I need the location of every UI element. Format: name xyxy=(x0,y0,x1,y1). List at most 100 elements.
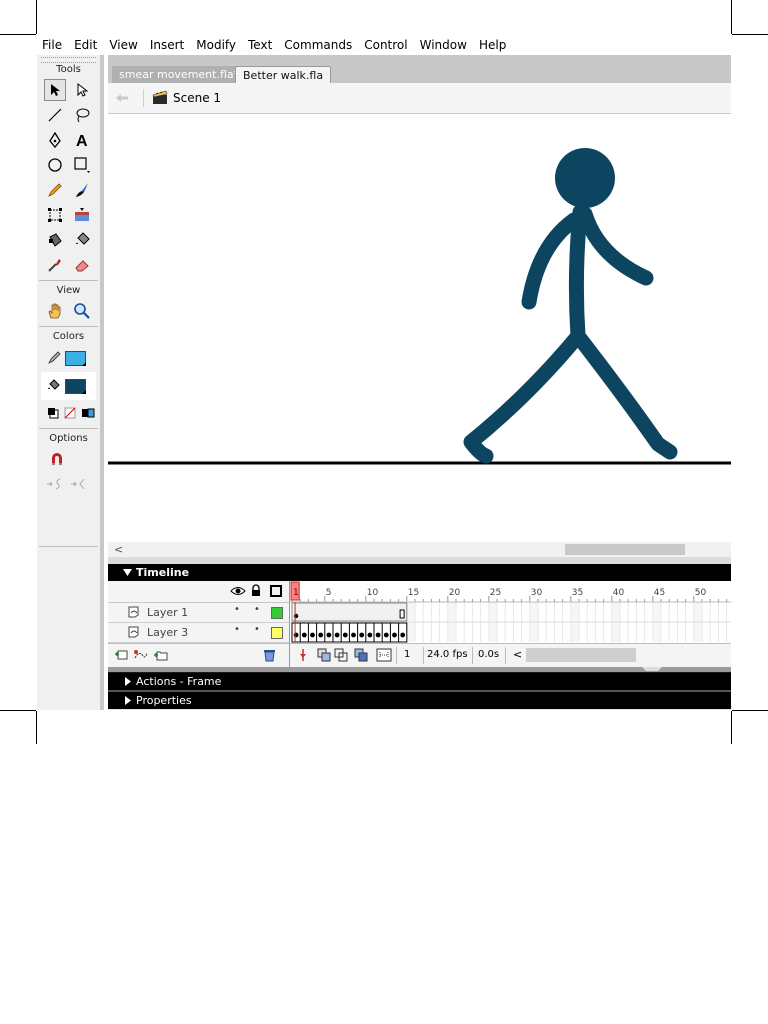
menu-edit[interactable]: Edit xyxy=(68,35,103,55)
free-transform-tool[interactable] xyxy=(44,204,66,226)
figure-leg-back xyxy=(463,328,586,464)
tab-smear-movement[interactable]: smear movement.fla* xyxy=(112,66,247,83)
layers-column: Layer 1 • • Layer 3 • • xyxy=(108,581,290,667)
brush-icon xyxy=(76,182,89,197)
document-tabs: smear movement.fla* Better walk.fla xyxy=(108,55,731,84)
layer-row[interactable]: Layer 1 • • xyxy=(108,603,289,623)
timeline-title: Timeline xyxy=(136,566,190,579)
ruler-label: 15 xyxy=(408,588,419,598)
center-frame-icon[interactable] xyxy=(298,649,308,661)
frames-area[interactable]: 151015202530354045501 1 24.0 fps 0.0s < xyxy=(290,581,731,668)
rectangle-tool[interactable] xyxy=(71,154,93,176)
lock-dot[interactable]: • xyxy=(254,604,260,615)
stroke-color-swatch[interactable] xyxy=(65,350,86,366)
scroll-thumb[interactable] xyxy=(565,544,685,555)
divider xyxy=(39,546,98,547)
keyframe-dot xyxy=(342,632,348,638)
svg-text:A: A xyxy=(76,133,88,148)
lock-dot[interactable]: • xyxy=(254,624,260,635)
zoom-tool[interactable] xyxy=(71,300,93,322)
layer-name: Layer 3 xyxy=(147,626,189,639)
ruler-label: 25 xyxy=(490,588,501,598)
layer-outline-color[interactable] xyxy=(271,607,283,619)
oval-tool[interactable] xyxy=(44,154,66,176)
ruler-label: 30 xyxy=(531,588,543,598)
properties-panel-header[interactable]: Properties xyxy=(108,692,731,709)
menu-control[interactable]: Control xyxy=(358,35,413,55)
layer-row[interactable]: Layer 3 • • xyxy=(108,623,289,643)
stick-figure[interactable] xyxy=(463,148,678,464)
pen-tool[interactable] xyxy=(44,129,66,151)
modify-onion-markers-icon[interactable] xyxy=(376,648,392,662)
lasso-tool[interactable] xyxy=(71,104,93,126)
triangle-down-icon xyxy=(123,569,132,576)
actions-panel-header[interactable]: Actions - Frame xyxy=(108,673,731,690)
black-white-button[interactable] xyxy=(45,402,61,424)
transform-icon xyxy=(47,207,62,222)
add-motion-guide-icon[interactable] xyxy=(133,649,149,661)
pencil-icon xyxy=(47,182,62,197)
onion-skin-icon[interactable] xyxy=(317,648,331,662)
text-a-icon: A xyxy=(76,133,88,148)
menu-insert[interactable]: Insert xyxy=(144,35,190,55)
no-color-button[interactable] xyxy=(63,402,79,424)
layer-header xyxy=(108,581,289,603)
crop-mark xyxy=(36,711,37,744)
new-layer-icon[interactable] xyxy=(115,649,129,661)
scroll-left-arrow[interactable]: < xyxy=(114,542,123,557)
timeline-scroll-thumb[interactable] xyxy=(526,648,636,662)
outline-icon[interactable] xyxy=(270,585,282,597)
options-title: Options xyxy=(49,433,88,444)
paint-bucket-tool[interactable] xyxy=(71,229,93,251)
menu-text[interactable]: Text xyxy=(242,35,278,55)
subselection-tool[interactable] xyxy=(71,79,93,101)
layer-outline-color[interactable] xyxy=(271,627,283,639)
end-frame-marker xyxy=(399,609,405,619)
eyedropper-tool[interactable] xyxy=(44,254,66,276)
pencil-tool[interactable] xyxy=(44,179,66,201)
ruler-label: 35 xyxy=(572,588,583,598)
timeline-scroll-left[interactable]: < xyxy=(513,648,522,661)
gradient-transform-tool[interactable] xyxy=(71,204,93,226)
menu-modify[interactable]: Modify xyxy=(190,35,242,55)
straighten-button[interactable] xyxy=(68,473,90,495)
paint-bucket-icon xyxy=(76,231,90,245)
fill-color-swatch[interactable] xyxy=(65,378,86,394)
selection-tool[interactable] xyxy=(43,78,66,101)
scene-label[interactable]: Scene 1 xyxy=(173,91,221,105)
lock-icon[interactable] xyxy=(251,584,261,597)
figure-head xyxy=(555,148,615,208)
ink-bottle-tool[interactable] xyxy=(44,229,66,251)
tab-better-walk[interactable]: Better walk.fla xyxy=(235,66,332,84)
edit-multiple-frames-icon[interactable] xyxy=(354,648,368,662)
onion-skin-outlines-icon[interactable] xyxy=(334,648,348,662)
brush-tool[interactable] xyxy=(71,179,93,201)
back-arrow-icon[interactable] xyxy=(115,93,129,103)
visibility-dot[interactable]: • xyxy=(234,604,240,615)
snap-to-objects-button[interactable] xyxy=(46,448,68,470)
frame-rate[interactable]: 24.0 fps xyxy=(427,649,468,660)
eye-icon[interactable] xyxy=(230,586,246,596)
figure-arm-back xyxy=(521,212,582,310)
stage-horizontal-scrollbar[interactable]: < xyxy=(108,542,731,557)
smooth-button[interactable] xyxy=(44,473,66,495)
line-tool[interactable] xyxy=(44,104,66,126)
eraser-tool[interactable] xyxy=(71,254,93,276)
menu-commands[interactable]: Commands xyxy=(278,35,358,55)
new-folder-icon[interactable] xyxy=(154,649,168,661)
text-tool[interactable]: A xyxy=(71,129,93,151)
menu-view[interactable]: View xyxy=(103,35,143,55)
hand-tool[interactable] xyxy=(44,300,66,322)
ruler-label: 45 xyxy=(654,588,665,598)
swap-colors-button[interactable] xyxy=(80,402,96,424)
menu-help[interactable]: Help xyxy=(473,35,512,55)
menu-file[interactable]: File xyxy=(37,35,68,55)
crop-mark xyxy=(732,34,768,35)
ink-bottle-icon xyxy=(48,232,62,247)
stage[interactable] xyxy=(108,114,731,544)
timeline-header[interactable]: Timeline xyxy=(108,564,731,581)
divider xyxy=(472,647,473,664)
trash-icon[interactable] xyxy=(263,648,276,662)
menu-window[interactable]: Window xyxy=(414,35,473,55)
visibility-dot[interactable]: • xyxy=(234,624,240,635)
